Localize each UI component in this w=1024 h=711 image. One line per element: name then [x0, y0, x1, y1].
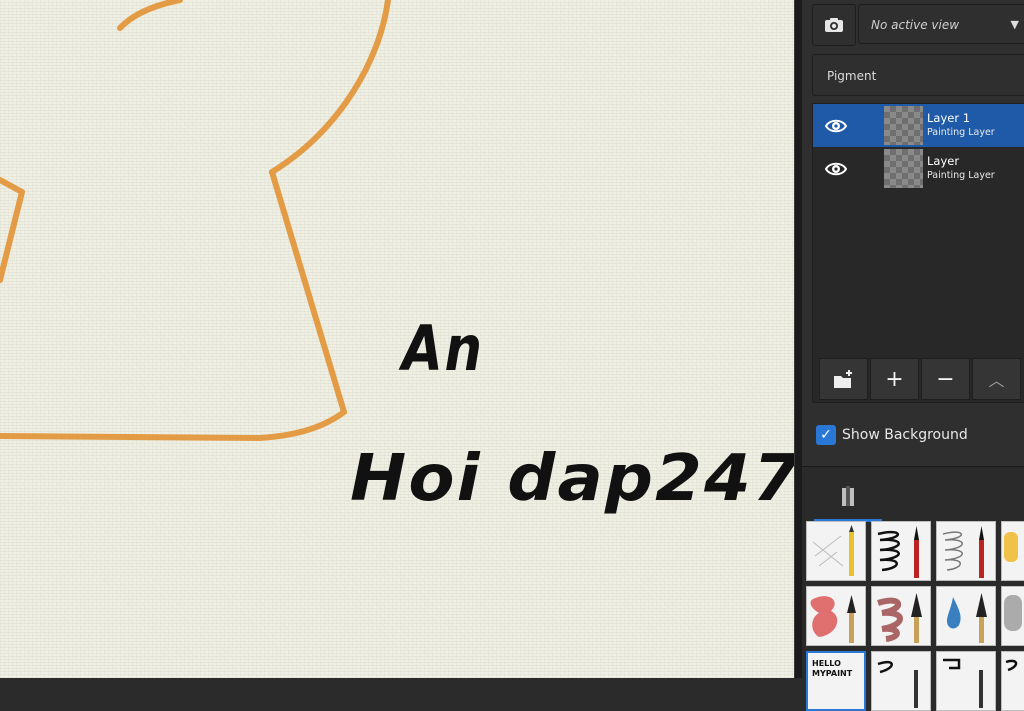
show-background-checkbox[interactable]: ✓	[816, 425, 836, 445]
add-group-icon	[833, 370, 852, 388]
eye-icon[interactable]	[825, 115, 847, 137]
brush-square[interactable]	[936, 651, 996, 711]
layer-thumbnail	[884, 106, 923, 145]
stroke-right-edge	[269, 169, 347, 415]
pencil-brush-icon	[812, 525, 854, 576]
camera-button[interactable]	[812, 4, 856, 46]
oil-brush-icon	[877, 593, 922, 643]
minus-icon: −	[936, 366, 955, 392]
stroke-top-arc	[117, 0, 183, 31]
camera-icon	[825, 18, 843, 32]
handwriting-an: An	[402, 312, 484, 385]
stroke-bottom-edge	[0, 409, 347, 441]
chevron-down-icon: ▼	[1010, 18, 1019, 31]
brush-calligraphy[interactable]	[871, 651, 931, 711]
brush-watercolor[interactable]	[806, 586, 866, 646]
add-layer-group-button[interactable]	[819, 358, 868, 400]
brush-grid: HELLO MYPAINT	[806, 521, 1024, 711]
layer-thumbnail	[884, 149, 923, 188]
brush-ink-pen[interactable]	[871, 521, 931, 581]
plus-icon: +	[885, 366, 904, 392]
stroke-left-edge	[0, 177, 25, 283]
layer-type: Painting Layer	[927, 170, 995, 181]
view-select-value: No active view	[871, 18, 960, 32]
handwriting-hoidap247: Hoi dap247	[350, 442, 794, 516]
layer-type: Painting Layer	[927, 127, 995, 138]
brush-water[interactable]	[936, 586, 996, 646]
layer-name: Layer 1	[927, 111, 971, 125]
brush-group-icon	[842, 486, 854, 506]
spiral-brush-icon	[1005, 659, 1018, 672]
brush-palette: HELLO MYPAINT	[802, 466, 1024, 711]
ink-brush-icon	[877, 526, 919, 578]
brush-pencil[interactable]	[806, 521, 866, 581]
layer-name: Layer	[927, 154, 960, 168]
show-background-label: Show Background	[842, 427, 968, 443]
brush-hello-mypaint[interactable]: HELLO MYPAINT	[806, 651, 866, 711]
view-select[interactable]: No active view ▼	[858, 4, 1024, 44]
fine-pen-brush-icon	[942, 526, 984, 578]
brush-spiral[interactable]	[1001, 651, 1024, 711]
eye-icon[interactable]	[825, 158, 847, 180]
calligraphy-brush-icon	[877, 660, 918, 708]
brush-fine-pen[interactable]	[936, 521, 996, 581]
smudge-brush-icon	[1004, 595, 1022, 631]
canvas-strokes	[0, 0, 391, 441]
layers-list: Layer 1 Painting Layer Layer Painting La…	[812, 103, 1024, 403]
watercolor-brush-icon	[810, 595, 856, 643]
marker-brush-icon	[1004, 532, 1018, 562]
water-drop-icon	[947, 593, 987, 643]
brush-marker[interactable]	[1001, 521, 1024, 581]
layer-row[interactable]: Layer 1 Painting Layer	[813, 104, 1024, 147]
brush-cell-text: HELLO MYPAINT	[812, 659, 853, 678]
drawing-canvas[interactable]: An Hoi dap247	[0, 0, 794, 678]
layer-row[interactable]: Layer Painting Layer	[813, 147, 1024, 190]
stroke-right-arc	[269, 0, 391, 175]
move-up-icon: ︿	[988, 371, 1005, 390]
brush-group-tab[interactable]	[814, 475, 882, 522]
show-background-toggle[interactable]: ✓ Show Background	[816, 424, 968, 446]
mode-select-value: Pigment	[827, 69, 877, 83]
pigment-mode-select[interactable]: Pigment	[812, 54, 1024, 96]
side-panel: No active view ▼ Pigment Layer 1 Paintin…	[802, 0, 1024, 711]
brush-smudge[interactable]	[1001, 586, 1024, 646]
remove-layer-button[interactable]: −	[921, 358, 970, 400]
brush-oil[interactable]	[871, 586, 931, 646]
move-layer-up-button[interactable]: ︿	[972, 358, 1021, 400]
square-brush-icon	[943, 658, 983, 708]
add-layer-button[interactable]: +	[870, 358, 919, 400]
